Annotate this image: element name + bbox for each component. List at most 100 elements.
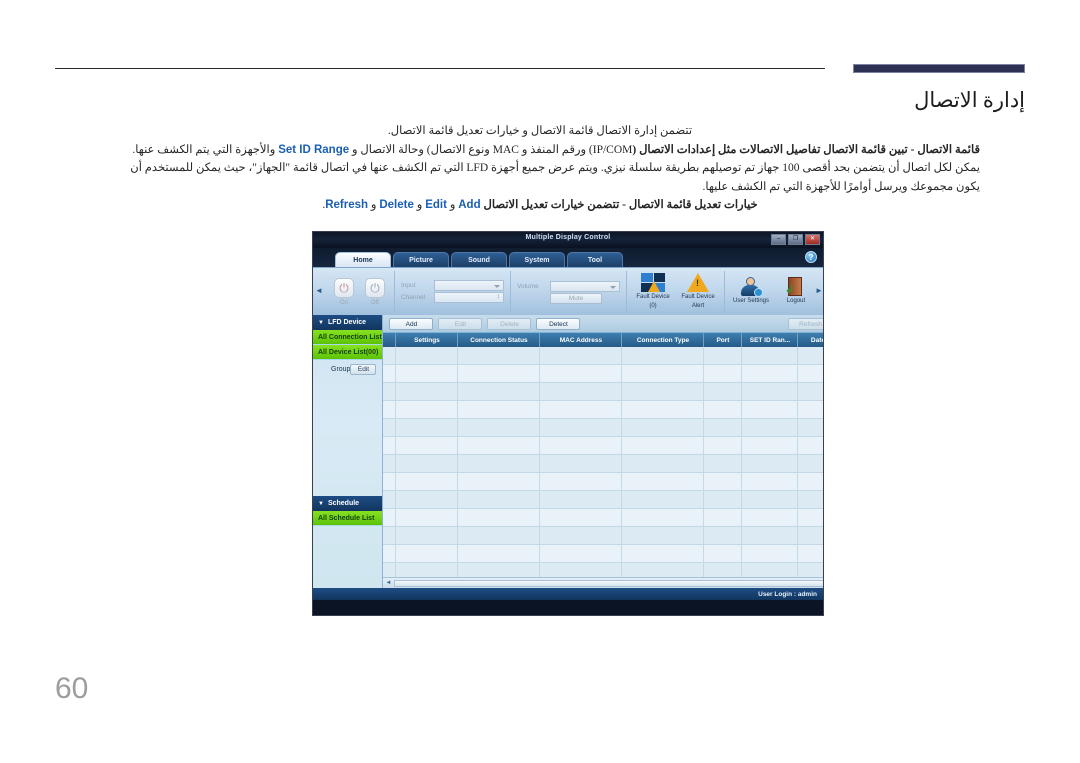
column-header-connection-status[interactable]: Connection Status	[458, 333, 541, 347]
logout-button[interactable]: ↲ Logout	[776, 277, 816, 306]
paragraph-daisy-chain: يمكن لكل اتصال أن يتضمن بحد أقصى 100 جها…	[100, 159, 980, 178]
table-row[interactable]	[383, 509, 823, 527]
table-row[interactable]	[383, 527, 823, 545]
paragraph-connection-list-line1: قائمة الاتصال - تبين قائمة الاتصال تفاصي…	[100, 141, 980, 160]
logout-door-icon: ↲	[785, 277, 807, 297]
group-label: Group	[331, 365, 351, 373]
sidebar-bottom: ▼ Schedule All Schedule List	[313, 496, 383, 588]
delete-button[interactable]: Delete	[487, 317, 532, 330]
input-row: Input	[401, 280, 504, 291]
window-controls: – ❐ ✕	[771, 234, 820, 245]
detect-button[interactable]: Detect	[536, 317, 581, 330]
conj-2: و	[413, 199, 426, 211]
refresh-button[interactable]: Refresh	[788, 317, 823, 330]
toolbar-scroll-right-icon[interactable]: ►	[815, 286, 823, 296]
mute-button[interactable]: Mute	[550, 292, 602, 304]
schedule-label: Schedule	[327, 500, 360, 507]
maximize-button[interactable]: ❐	[788, 234, 803, 245]
group-edit-button[interactable]: Edit	[350, 363, 377, 375]
app-body: ▼ LFD Device All Connection List All Dev…	[313, 315, 823, 588]
action-button-bar: Add Edit Delete Detect Refresh	[383, 315, 823, 332]
fault-device-alert-button[interactable]: Fault Device Alert	[678, 272, 718, 311]
header-rule-right	[853, 64, 1025, 73]
table-row[interactable]	[383, 455, 823, 473]
lfd-device-label: LFD Device	[327, 319, 367, 326]
refresh-keyword: Refresh	[325, 199, 369, 211]
user-settings-button[interactable]: User Settings	[731, 277, 771, 306]
sidebar-section-schedule[interactable]: ▼ Schedule	[313, 496, 383, 511]
close-button[interactable]: ✕	[805, 234, 820, 245]
power-on-icon: ⏻	[334, 277, 354, 298]
volume-row: Volume	[517, 280, 620, 292]
edit-options-text-a: خيارات تعديل قائمة الاتصال - تتضمن خيارا…	[480, 199, 758, 211]
scrollbar-thumb[interactable]	[394, 579, 823, 587]
paragraph-daisy-chain-cont: يكون مجموعك ويرسل أوامرًا للأجهزة التي ت…	[100, 178, 980, 197]
sidebar-filler	[313, 526, 382, 588]
delete-keyword: Delete	[379, 199, 414, 211]
table-row[interactable]	[383, 437, 823, 455]
edit-keyword: Edit	[425, 199, 447, 211]
mac-label: MAC	[492, 143, 519, 156]
power-group: ⏻ On ⏻ Off	[325, 271, 395, 312]
tab-system[interactable]: System	[509, 252, 565, 267]
user-icon	[740, 277, 763, 298]
scroll-left-icon[interactable]: ◄	[385, 580, 391, 586]
table-row[interactable]	[383, 383, 823, 401]
table-row[interactable]	[383, 419, 823, 437]
sidebar-item-all-connection-list[interactable]: All Connection List	[313, 330, 383, 345]
help-icon[interactable]: ?	[805, 251, 817, 263]
column-header-date[interactable]: Date	[798, 333, 823, 347]
header-rule-left	[55, 68, 825, 69]
column-header-set-id-range[interactable]: SET ID Ran...	[742, 333, 799, 347]
volume-fields: Volume Mute	[517, 280, 620, 304]
daisy-chain-text-b: التي تم الكشف عنها في اتصال قائمة "الجها…	[130, 162, 467, 174]
input-dropdown[interactable]	[434, 280, 504, 291]
toolbar-scroll-left-icon[interactable]: ◄	[315, 286, 323, 296]
column-header-settings[interactable]: Settings	[396, 333, 459, 347]
power-on-label: On	[339, 299, 348, 306]
tab-picture[interactable]: Picture	[393, 252, 449, 267]
column-header-connection-type[interactable]: Connection Type	[622, 333, 705, 347]
channel-stepper[interactable]	[434, 292, 504, 303]
connection-list-text-a: قائمة الاتصال - تبين قائمة الاتصال تفاصي…	[632, 143, 980, 156]
table-row[interactable]	[383, 365, 823, 383]
ribbon-toolbar: ◄ ► ⏻ On ⏻ Off Input Channel ↕ Volume Mu…	[313, 267, 823, 315]
tab-home[interactable]: Home	[335, 252, 391, 267]
input-label: Input	[401, 282, 416, 289]
volume-group: Volume Mute	[511, 271, 627, 312]
volume-input[interactable]	[550, 280, 620, 292]
fault-device-button[interactable]: Fault Device (0)	[633, 272, 673, 311]
select-all-checkbox[interactable]	[383, 333, 397, 347]
table-row[interactable]	[383, 563, 823, 577]
table-row[interactable]	[383, 347, 823, 365]
volume-label: Volume	[517, 282, 539, 290]
fault-device-group: Fault Device (0) Fault Device Alert	[627, 271, 725, 312]
input-channel-group: Input Channel	[395, 271, 511, 312]
sidebar-item-all-device-list[interactable]: All Device List(00)	[313, 345, 383, 360]
table-row[interactable]	[383, 401, 823, 419]
user-settings-label: User Settings	[732, 298, 769, 305]
column-header-port[interactable]: Port	[704, 333, 743, 347]
power-off-button[interactable]: ⏻ Off	[362, 277, 388, 306]
lfd-label: LFD	[466, 162, 489, 174]
window-title: Multiple Display Control	[525, 234, 611, 241]
sidebar-section-lfd-device[interactable]: ▼ LFD Device	[313, 315, 383, 330]
tab-sound[interactable]: Sound	[451, 252, 507, 267]
table-header-row: Settings Connection Status MAC Address C…	[383, 332, 823, 347]
tab-tool[interactable]: Tool	[567, 252, 623, 267]
sidebar-item-group[interactable]: Group Edit	[313, 360, 382, 378]
edit-button[interactable]: Edit	[438, 317, 483, 330]
table-row[interactable]	[383, 473, 823, 491]
minimize-button[interactable]: –	[771, 234, 786, 245]
horizontal-scrollbar[interactable]: ◄ ►	[383, 577, 823, 588]
fault-device-label: Fault Device	[636, 293, 670, 300]
table-row[interactable]	[383, 545, 823, 563]
add-button[interactable]: Add	[389, 317, 434, 330]
chevron-down-icon: ▼	[318, 319, 324, 326]
power-on-button[interactable]: ⏻ On	[331, 277, 357, 306]
table-row[interactable]	[383, 491, 823, 509]
sidebar-item-all-schedule-list[interactable]: All Schedule List	[313, 511, 383, 526]
column-header-mac-address[interactable]: MAC Address	[540, 333, 623, 347]
power-off-label: Off	[371, 299, 379, 306]
table-body[interactable]	[383, 347, 823, 577]
